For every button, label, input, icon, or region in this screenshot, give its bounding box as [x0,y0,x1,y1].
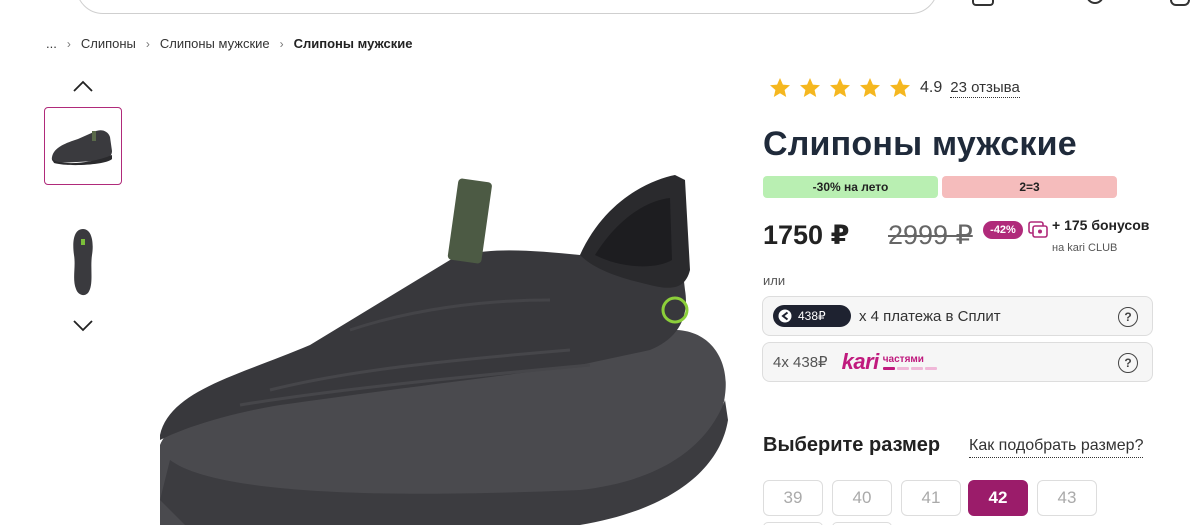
star-icon [800,78,820,97]
chevron-up-icon[interactable] [71,78,95,94]
star-icon [890,78,910,97]
bonus-amount: + 175 бонусов [1052,217,1150,233]
star-icon [770,78,790,97]
or-label: или [763,273,786,288]
size-option-40[interactable]: 40 [832,480,892,516]
size-section-title: Выберите размер [763,434,941,456]
favorites-icon[interactable] [1086,0,1104,4]
profile-icon[interactable] [1170,0,1190,6]
current-price: 1750 ₽ [763,220,850,250]
old-price: 2999 ₽ [888,220,973,250]
size-option-43[interactable]: 43 [1037,480,1097,516]
breadcrumb: ... › Слипоны › Слипоны мужские › Слипон… [46,36,412,51]
breadcrumb-separator-icon: › [66,36,71,51]
thumbnail-image[interactable] [44,107,122,185]
star-icon [830,78,850,97]
promo-badge-2-for-3[interactable]: 2=3 [942,176,1117,198]
promo-badge-summer[interactable]: -30% на лето [763,176,938,198]
rating-block: 4.9 23 отзыва [768,76,1020,100]
parts-amount: 4x 438₽ [773,354,828,371]
breadcrumb-current: Слипоны мужские [293,36,413,51]
breadcrumb-separator-icon: › [279,36,284,51]
breadcrumb-item[interactable]: Слипоны мужские [160,36,270,51]
product-title: Слипоны мужские [763,125,1077,163]
size-option-42[interactable]: 42 [968,480,1028,516]
bonus-card-icon [1028,221,1048,238]
size-option-39[interactable]: 39 [763,480,823,516]
bonus-club-label: на kari CLUB [1052,242,1118,254]
star-icon [860,78,880,97]
breadcrumb-item[interactable]: Слипоны [81,36,136,51]
split-payment-option[interactable]: 438₽ x 4 платежа в Сплит ? [762,296,1153,336]
split-logo-icon [778,309,792,323]
thumbnail-image[interactable] [44,222,122,300]
kari-brand-word: kari [841,349,880,374]
breadcrumb-separator-icon: › [145,36,150,51]
shoe-sole-thumbnail-icon [73,229,93,296]
split-description: x 4 платежа в Сплит [859,307,1001,325]
discount-badge: -42% [983,221,1023,239]
installment-bars-icon [882,367,939,370]
rating-value: 4.9 [920,79,943,96]
split-amount: 438₽ [798,309,826,323]
kari-parts-logo: kari частями [842,349,939,375]
shoe-image-icon [160,175,728,525]
question-circle-icon[interactable]: ? [1118,353,1138,373]
split-amount-pill: 438₽ [773,305,851,327]
kari-parts-payment-option[interactable]: 4x 438₽ kari частями ? [762,342,1153,382]
cart-icon[interactable] [972,0,994,6]
breadcrumb-ellipsis[interactable]: ... [46,36,57,51]
shoe-thumbnail-icon [51,130,112,166]
question-circle-icon[interactable]: ? [1118,307,1138,327]
product-page: ... › Слипоны › Слипоны мужские › Слипон… [0,0,1200,525]
reviews-link[interactable]: 23 отзыва [950,79,1020,98]
chevron-down-icon[interactable] [71,318,95,334]
size-guide-link[interactable]: Как подобрать размер? [969,437,1144,458]
product-main-image [150,160,740,525]
size-option-41[interactable]: 41 [901,480,961,516]
kari-parts-word: частями [882,354,924,365]
search-input[interactable] [76,0,938,14]
